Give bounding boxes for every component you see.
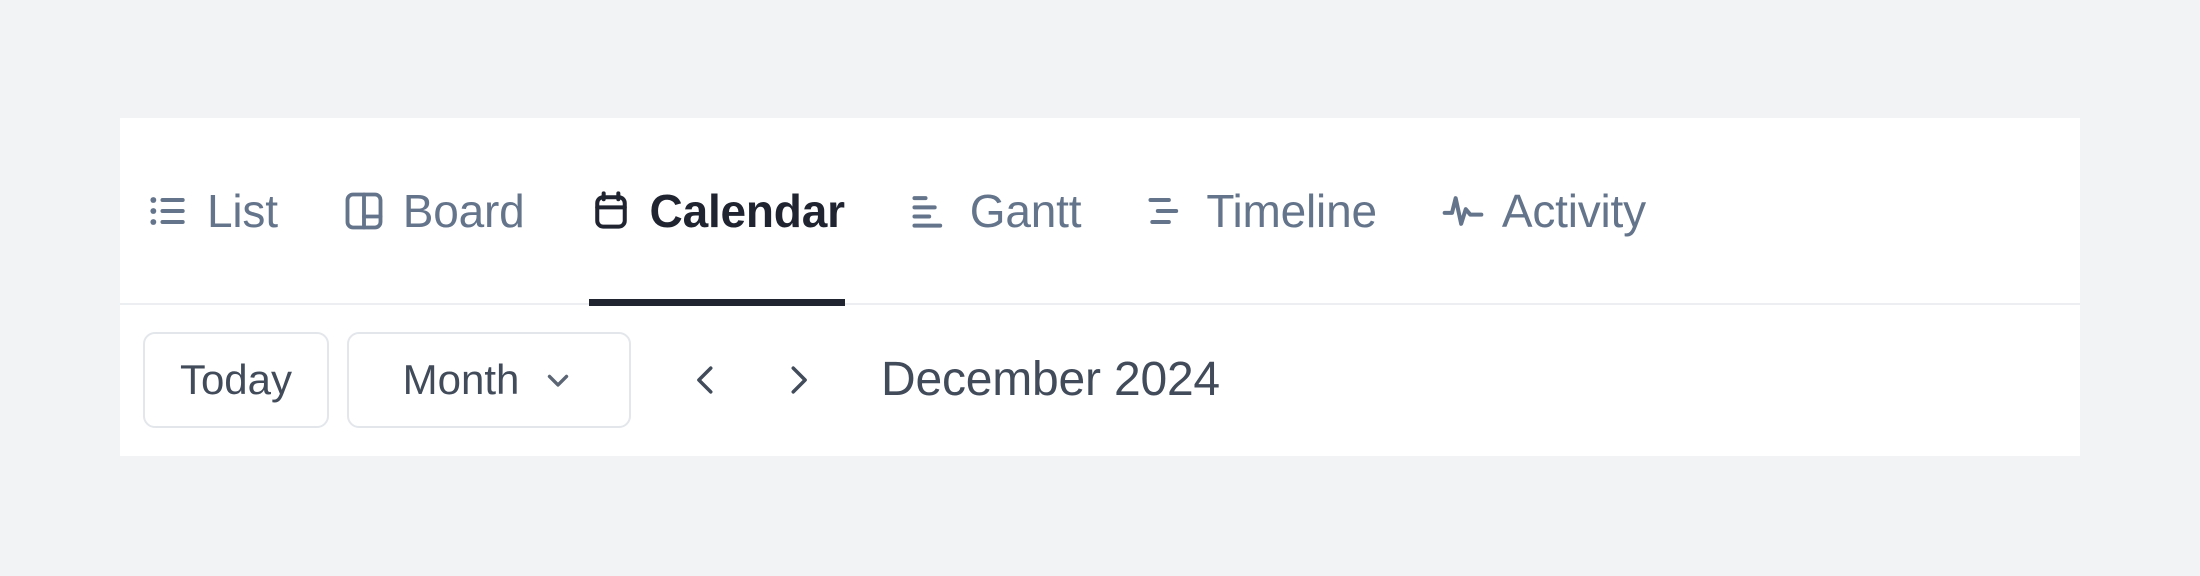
chevron-left-icon [687,361,725,399]
tab-list[interactable]: List [146,118,308,304]
tab-list-label: List [207,184,278,237]
today-button[interactable]: Today [143,331,329,428]
tab-timeline[interactable]: Timeline [1145,118,1407,304]
gantt-icon [909,189,953,233]
tab-gantt-label: Gantt [969,184,1082,237]
period-title: December 2024 [881,353,1220,406]
tab-board[interactable]: Board [342,118,555,304]
calendar-view-card: List Board Calendar Gantt Timeline Activ… [120,118,2080,456]
calendar-toolbar: Today Month December 2024 [120,305,2080,454]
activity-icon [1441,189,1485,233]
tab-gantt[interactable]: Gantt [909,118,1112,304]
tab-activity[interactable]: Activity [1441,118,1676,304]
today-button-label: Today [179,355,293,403]
range-select[interactable]: Month [347,331,631,428]
tab-timeline-label: Timeline [1206,184,1377,237]
tab-active-indicator [588,299,845,306]
board-icon [342,189,386,233]
tab-calendar[interactable]: Calendar [588,118,875,306]
timeline-icon [1145,189,1189,233]
previous-period-button[interactable] [673,340,739,420]
range-select-label: Month [402,355,520,403]
tab-board-label: Board [402,184,525,237]
tab-calendar-label: Calendar [649,184,845,237]
chevron-right-icon [779,361,817,399]
tab-activity-label: Activity [1501,184,1646,237]
chevron-down-icon [541,363,575,397]
list-icon [146,189,190,233]
calendar-icon [589,189,633,233]
next-period-button[interactable] [765,340,831,420]
view-tab-strip: List Board Calendar Gantt Timeline Activ… [120,118,2080,306]
